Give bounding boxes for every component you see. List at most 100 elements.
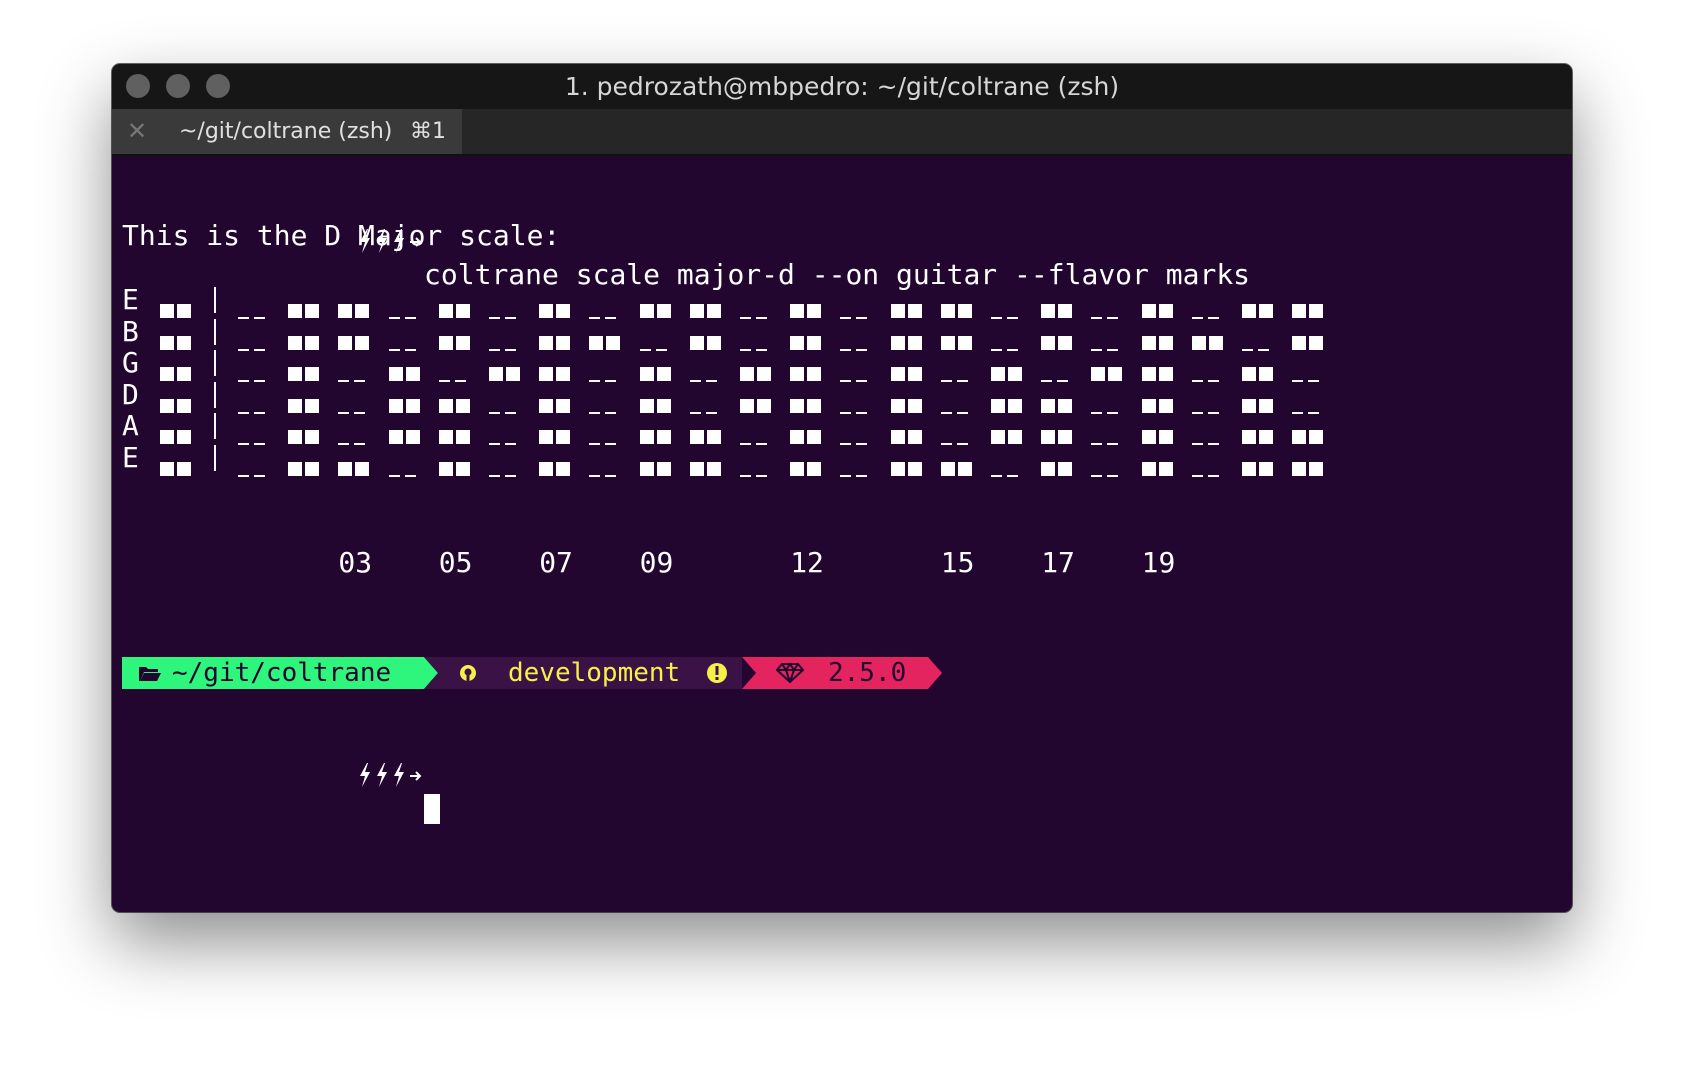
empty-fret [689, 363, 722, 397]
fret-number-19: 19 [1141, 546, 1176, 579]
scale-note-mark [991, 356, 1025, 390]
scale-note-mark [991, 419, 1025, 453]
empty-fret [840, 395, 872, 429]
string-name: G [122, 346, 139, 380]
string-name: D [122, 377, 139, 411]
empty-fret [238, 426, 270, 460]
scale-note-mark [1292, 451, 1326, 485]
empty-fret [840, 300, 872, 334]
empty-fret [740, 300, 772, 334]
scale-note-mark [1292, 325, 1326, 359]
empty-fret [840, 363, 872, 397]
current-prompt-line[interactable] [122, 690, 441, 824]
string-name: E [122, 441, 139, 474]
scale-note-mark [438, 325, 473, 359]
folder-icon [139, 667, 161, 681]
scale-note-mark [539, 325, 573, 359]
tab-label: ~/git/coltrane (zsh) [179, 119, 393, 144]
fret-number-07: 07 [539, 546, 573, 579]
scale-note-mark [1141, 388, 1176, 422]
fret-number-17: 17 [1041, 546, 1075, 579]
empty-fret [1191, 363, 1224, 397]
scale-note-mark [388, 419, 423, 453]
nut-divider [214, 350, 216, 377]
scale-note-mark [288, 293, 322, 327]
scale-note-mark [639, 356, 674, 390]
scale-note-mark [1041, 325, 1075, 359]
prompt-bolts-icon [223, 724, 424, 826]
fret-number-05: 05 [438, 546, 473, 579]
nut-divider [214, 287, 216, 313]
scale-note-mark [1041, 419, 1075, 453]
scale-note-mark [288, 419, 322, 453]
tab-bar: ✕ ~/git/coltrane (zsh) ⌘1 [112, 109, 1572, 156]
scale-note-mark [890, 419, 925, 453]
window-title: 1. pedrozath@mbpedro: ~/git/coltrane (zs… [564, 72, 1120, 101]
open-string-mark [160, 293, 194, 327]
empty-fret [489, 458, 521, 492]
scale-note-mark [639, 388, 674, 422]
scale-note-mark [539, 451, 573, 485]
scale-note-mark [1242, 451, 1276, 485]
scale-note-mark [790, 325, 824, 359]
empty-fret [238, 300, 270, 334]
scale-note-mark [539, 388, 573, 422]
scale-note-mark [890, 356, 925, 390]
empty-fret [238, 395, 270, 429]
scale-note-mark [1141, 325, 1176, 359]
scale-note-mark [1292, 293, 1326, 327]
scale-note-mark [288, 451, 322, 485]
scale-note-mark [890, 451, 925, 485]
scale-note-mark [438, 388, 473, 422]
open-string-mark [160, 356, 194, 390]
github-icon [460, 665, 476, 681]
empty-fret [1091, 426, 1123, 460]
scale-note-mark [639, 419, 674, 453]
string-name: E [122, 283, 139, 316]
empty-fret [1191, 458, 1224, 492]
empty-fret [338, 363, 370, 397]
open-string-mark [160, 325, 194, 359]
scale-note-mark [689, 419, 724, 453]
empty-fret [740, 458, 772, 492]
empty-fret [1091, 395, 1123, 429]
scale-note-mark [689, 325, 724, 359]
scale-note-mark [1242, 388, 1276, 422]
scale-note-mark [1242, 356, 1276, 390]
scale-note-mark [790, 293, 824, 327]
tab-zsh[interactable]: ✕ ~/git/coltrane (zsh) ⌘1 [112, 109, 462, 154]
empty-fret [840, 332, 872, 366]
open-string-mark [160, 419, 194, 453]
ruby-gem-icon [776, 663, 804, 683]
nut-divider [214, 445, 216, 471]
scale-note-mark [1292, 419, 1326, 453]
scale-note-mark [940, 293, 975, 327]
scale-note-mark [338, 293, 372, 327]
scale-note-mark [1041, 451, 1075, 485]
empty-fret [940, 395, 973, 429]
fret-number-12: 12 [790, 546, 824, 579]
terminal-content[interactable]: coltrane scale major-d --on guitar --fla… [122, 156, 1572, 912]
scale-note-mark [890, 293, 925, 327]
scale-note-mark [890, 325, 925, 359]
scale-note-mark [1041, 388, 1075, 422]
empty-fret [1191, 426, 1224, 460]
title-bar[interactable]: 1. pedrozath@mbpedro: ~/git/coltrane (zs… [112, 64, 1572, 109]
scale-note-mark [1141, 293, 1176, 327]
scale-note-mark [890, 388, 925, 422]
scale-note-mark [1091, 356, 1125, 390]
scale-note-mark [1141, 451, 1176, 485]
close-icon[interactable]: ✕ [127, 119, 147, 143]
nut-divider [214, 381, 216, 408]
tab-shortcut: ⌘1 [410, 119, 446, 144]
scale-note-mark [940, 451, 975, 485]
string-name: B [122, 314, 139, 348]
empty-fret [740, 426, 772, 460]
empty-fret [589, 426, 621, 460]
scale-note-mark [338, 325, 372, 359]
scale-note-mark [639, 293, 674, 327]
scale-note-mark [639, 451, 674, 485]
scale-note-mark [539, 293, 573, 327]
fret-number-03: 03 [338, 546, 373, 579]
empty-fret [338, 395, 370, 429]
